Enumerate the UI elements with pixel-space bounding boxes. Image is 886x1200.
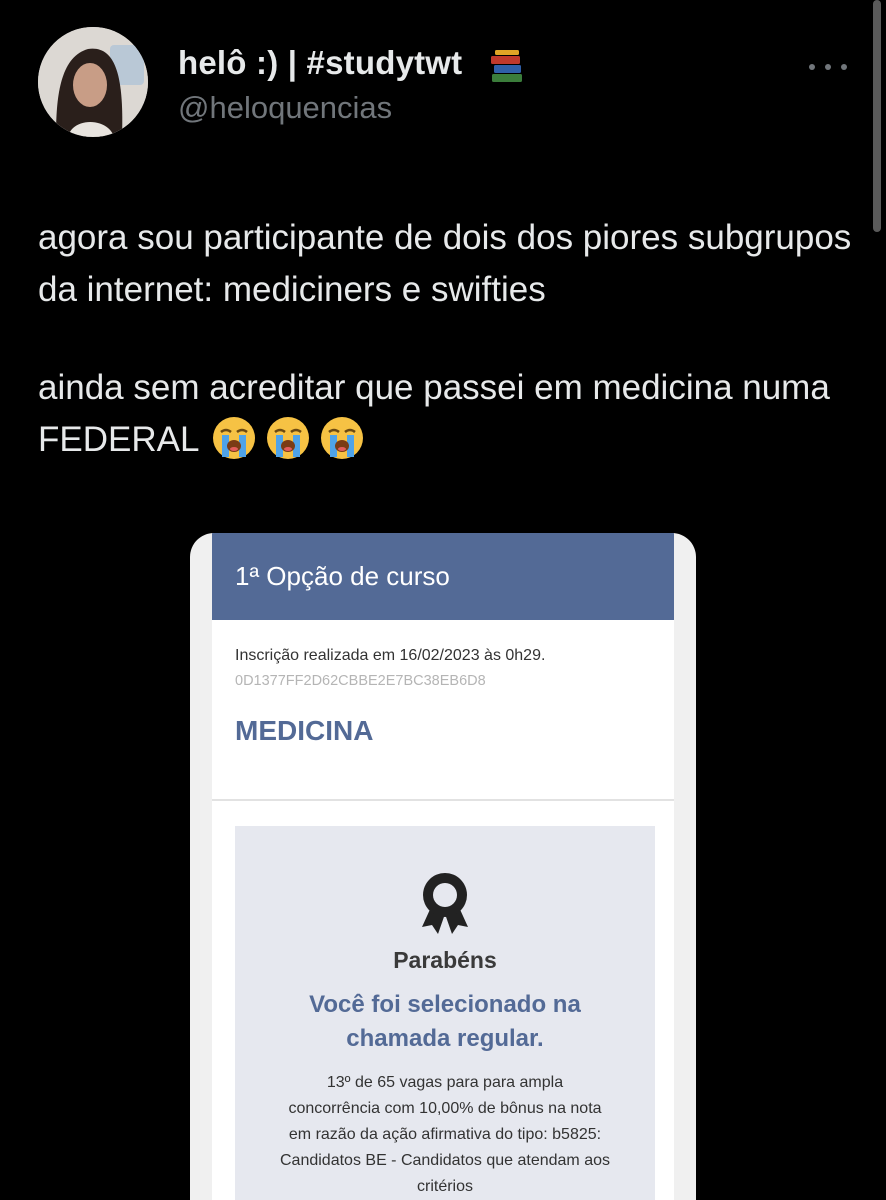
course-card: 1ª Opção de curso Inscrição realizada em…: [212, 533, 674, 1200]
loudly-crying-face-icon: [211, 415, 257, 461]
award-ribbon-icon: [418, 871, 472, 940]
emoji-row: [211, 415, 365, 461]
scrollbar[interactable]: [873, 0, 881, 232]
tweet-text: agora sou participante de dois dos piore…: [38, 212, 858, 466]
enrollment-text: Inscrição realizada em 16/02/2023 às 0h2…: [235, 647, 546, 664]
selection-details: 13º de 65 vagas para para ampla concorrê…: [280, 1074, 610, 1195]
loudly-crying-face-icon: [319, 415, 365, 461]
tweet-paragraph-2-text: ainda sem acreditar que passei em medici…: [38, 368, 830, 459]
result-box: Parabéns Você foi selecionado na chamada…: [235, 826, 655, 1200]
avatar[interactable]: [38, 27, 148, 137]
display-name[interactable]: helô :) | #studytwt: [178, 44, 462, 82]
congrats-title: Parabéns: [393, 947, 497, 973]
tweet-paragraph-1: agora sou participante de dois dos piore…: [38, 218, 852, 309]
course-name: MEDICINA: [235, 715, 374, 746]
books-icon: [489, 50, 525, 89]
selection-message: Você foi selecionado na chamada regular.: [309, 991, 581, 1052]
handle[interactable]: @heloquencias: [178, 90, 392, 126]
loudly-crying-face-icon: [265, 415, 311, 461]
tweet-media[interactable]: 1ª Opção de curso Inscrição realizada em…: [190, 533, 696, 1200]
divider: [212, 799, 674, 801]
card-header: 1ª Opção de curso: [212, 533, 674, 620]
enrollment-hash: 0D1377FF2D62CBBE2E7BC38EB6D8: [235, 673, 486, 689]
more-options-icon[interactable]: [809, 57, 847, 77]
tweet-paragraph-2: ainda sem acreditar que passei em medici…: [38, 362, 858, 466]
